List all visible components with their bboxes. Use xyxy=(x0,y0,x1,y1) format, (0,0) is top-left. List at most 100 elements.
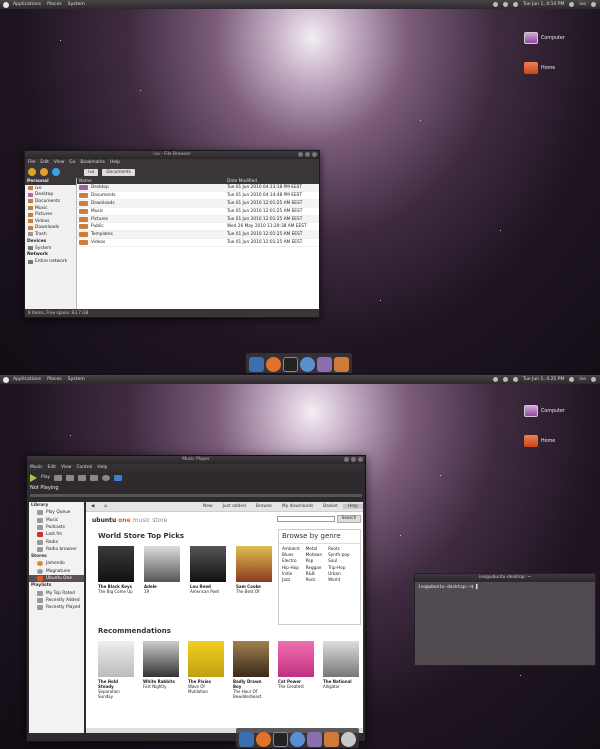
sidebar-item-pictures[interactable]: Pictures xyxy=(25,211,76,218)
pidgin-icon[interactable] xyxy=(317,357,332,372)
sidebar-item-system[interactable]: System xyxy=(25,245,76,252)
sidebar-item-recently-added[interactable]: Recently Added xyxy=(29,597,84,604)
menu-system[interactable]: System xyxy=(68,377,85,382)
menu-places[interactable]: Places xyxy=(47,2,62,7)
column-name[interactable]: Name xyxy=(77,179,227,184)
sidebar-item-play-queue[interactable]: Play Queue xyxy=(29,509,84,516)
ubuntu-logo-icon[interactable] xyxy=(3,1,9,8)
ubuntu-logo-icon[interactable] xyxy=(3,376,9,383)
genre-link[interactable]: Blues xyxy=(282,552,300,557)
minimize-icon[interactable] xyxy=(298,152,303,157)
nav-new[interactable]: New xyxy=(198,504,218,509)
rhythmbox-icon[interactable] xyxy=(300,357,315,372)
menu-applications[interactable]: Applications xyxy=(13,377,41,382)
file-row[interactable]: Videos Tue 01 Jun 2010 12:01:25 AM EEST xyxy=(77,239,319,248)
forward-icon[interactable] xyxy=(40,168,48,176)
nav-browse[interactable]: Browse xyxy=(251,504,277,509)
album-card[interactable]: Sam Cooke The Best Of xyxy=(236,546,272,594)
sidebar-item-recently-played[interactable]: Recently Played xyxy=(29,604,84,611)
window-title[interactable]: ivo@ubuntu-desktop: ~ xyxy=(415,574,595,582)
sidebar-item-ivo[interactable]: ivo xyxy=(25,185,76,192)
file-row[interactable]: Music Tue 01 Jun 2010 12:01:25 AM EEST xyxy=(77,208,319,216)
volume-icon[interactable] xyxy=(512,377,518,382)
genre-link[interactable]: Indie xyxy=(282,571,300,576)
breadcrumb-home[interactable]: ivo xyxy=(84,168,99,176)
album-card[interactable]: Adele 19 xyxy=(144,546,180,594)
menu-view[interactable]: View xyxy=(61,465,71,470)
genre-link[interactable]: Hip-Hop xyxy=(282,565,300,570)
terminal-icon[interactable] xyxy=(273,732,288,747)
genre-link[interactable]: Soul xyxy=(328,558,349,563)
menu-music[interactable]: Music xyxy=(30,465,43,470)
file-row[interactable]: Downloads Tue 01 Jun 2010 12:01:25 AM EES… xyxy=(77,199,319,208)
sidebar-item-radio-browser[interactable]: Radio browser xyxy=(29,546,84,553)
album-card[interactable]: Badly Drawn Boy The Hour Of Bewilderbeast xyxy=(233,641,269,699)
menu-edit[interactable]: Edit xyxy=(48,465,57,470)
sidebar-item-music[interactable]: Music xyxy=(29,516,84,523)
sidebar-item-videos[interactable]: Videos xyxy=(25,218,76,225)
store-search-button[interactable]: Search xyxy=(337,515,361,523)
user-icon[interactable] xyxy=(569,377,575,382)
reload-icon[interactable] xyxy=(52,168,60,176)
genre-link[interactable]: Ambient xyxy=(282,546,300,551)
anchor-launcher-icon[interactable] xyxy=(239,732,254,747)
volume-icon[interactable] xyxy=(512,2,518,7)
sidebar-item-top-rated[interactable]: My Top Rated xyxy=(29,589,84,596)
menu-applications[interactable]: Applications xyxy=(13,2,41,7)
genre-link[interactable]: Reggae xyxy=(306,565,322,570)
album-card[interactable]: The Pixies Wave Of Mutilation xyxy=(188,641,224,699)
window-title[interactable]: ivo - File Browser xyxy=(25,151,319,159)
nav-basket[interactable]: Basket xyxy=(318,504,343,509)
nav-back-icon[interactable]: ◀ xyxy=(86,504,99,509)
close-icon[interactable] xyxy=(358,457,363,462)
clock[interactable]: Tue Jun 1, 4:14 PM xyxy=(523,2,564,7)
menu-control[interactable]: Control xyxy=(76,465,92,470)
mail-icon[interactable] xyxy=(502,2,508,7)
sidebar-item-podcasts[interactable]: Podcasts xyxy=(29,524,84,531)
pidgin-icon[interactable] xyxy=(307,732,322,747)
user-name[interactable]: ivo xyxy=(579,2,586,7)
home-folder-icon[interactable] xyxy=(334,357,349,372)
seek-bar[interactable] xyxy=(30,494,362,497)
power-icon[interactable] xyxy=(591,2,596,7)
genre-link[interactable]: Jazz xyxy=(282,577,300,582)
window-title[interactable]: Music Player xyxy=(27,456,365,464)
sidebar-item-ubuntu-one[interactable]: Ubuntu One xyxy=(29,575,84,583)
nav-home-icon[interactable]: ⌂ xyxy=(99,504,112,509)
genre-link[interactable]: R&B xyxy=(306,571,322,576)
genre-link[interactable]: Pop xyxy=(306,558,322,563)
anchor-launcher-icon[interactable] xyxy=(249,357,264,372)
column-date-modified[interactable]: Date Modified xyxy=(227,179,319,184)
user-name[interactable]: ivo xyxy=(579,377,586,382)
maximize-icon[interactable] xyxy=(351,457,356,462)
menu-go[interactable]: Go xyxy=(69,160,75,165)
visualization-icon[interactable] xyxy=(102,474,111,481)
nav-help[interactable]: Help xyxy=(342,504,363,509)
repeat-icon[interactable] xyxy=(78,474,87,481)
mail-icon[interactable] xyxy=(502,377,508,382)
minimize-icon[interactable] xyxy=(344,457,349,462)
back-icon[interactable] xyxy=(28,168,36,176)
terminal-icon[interactable] xyxy=(283,357,298,372)
genre-link[interactable]: Electro xyxy=(282,558,300,563)
trash-icon[interactable] xyxy=(341,732,356,747)
play-button-label[interactable]: Play xyxy=(41,475,50,480)
genre-link[interactable]: Urban xyxy=(328,571,349,576)
file-row[interactable]: Public Wed 26 May 2010 11:29:38 AM EEST xyxy=(77,223,319,232)
genre-link[interactable]: Synth-pop xyxy=(328,552,349,557)
menu-bookmarks[interactable]: Bookmarks xyxy=(80,160,105,165)
store-search-input[interactable] xyxy=(277,516,335,522)
sidebar-item-magnatune[interactable]: Magnatune xyxy=(29,568,84,575)
menu-edit[interactable]: Edit xyxy=(40,160,49,165)
genre-link[interactable]: Metal xyxy=(306,546,322,551)
terminal-prompt[interactable]: ivo@ubuntu-desktop:~$ ▌ xyxy=(415,582,595,593)
close-icon[interactable] xyxy=(312,152,317,157)
genre-link[interactable]: Trip-Hop xyxy=(328,565,349,570)
sidebar-item-downloads[interactable]: Downloads xyxy=(25,225,76,232)
play-icon[interactable] xyxy=(30,473,37,482)
desktop-icon-computer[interactable]: Computer xyxy=(524,32,584,44)
next-icon[interactable] xyxy=(66,474,75,481)
menu-places[interactable]: Places xyxy=(47,377,62,382)
sidebar-header-personal[interactable]: Personal xyxy=(25,178,76,185)
album-card[interactable]: The National Alligator xyxy=(323,641,359,699)
